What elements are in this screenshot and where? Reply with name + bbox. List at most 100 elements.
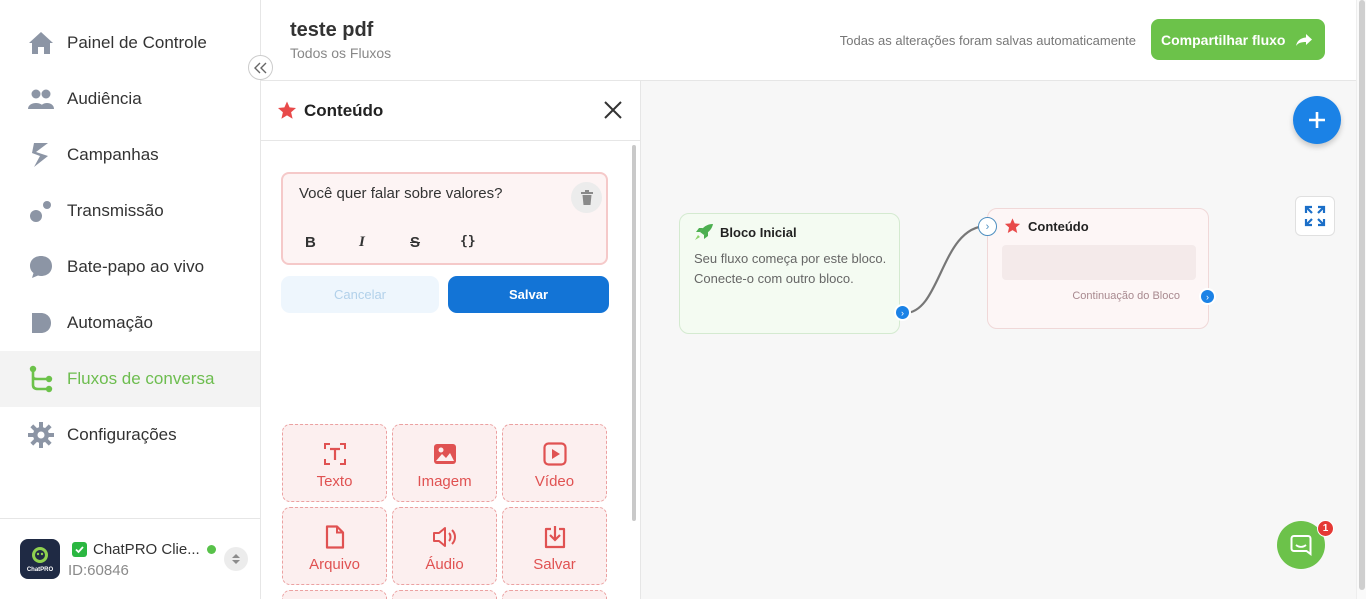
add-text-tile[interactable]: Texto <box>282 424 387 502</box>
users-icon <box>28 86 54 112</box>
sidebar-item-label: Bate-papo ao vivo <box>67 257 205 276</box>
tile-label: Vídeo <box>534 473 575 490</box>
sidebar-item-label: Fluxos de conversa <box>67 369 215 388</box>
node-title: Conteúdo <box>1028 219 1089 234</box>
more-tile[interactable] <box>502 590 607 599</box>
strikethrough-button[interactable]: S <box>410 234 420 251</box>
image-icon <box>433 441 457 467</box>
notification-badge: 1 <box>1317 520 1334 537</box>
breadcrumb[interactable]: Todos os Fluxos <box>290 45 391 61</box>
whatsapp-icon <box>72 542 87 557</box>
trash-icon <box>580 190 593 205</box>
node-title: Bloco Inicial <box>720 225 797 240</box>
start-block-node[interactable]: Bloco Inicial Seu fluxo começa por este … <box>679 213 911 334</box>
panel-title: Conteúdo <box>304 101 384 120</box>
text-icon <box>323 441 347 467</box>
content-block-node[interactable]: › Conteúdo Continuação do Bloco › <box>978 208 1216 329</box>
add-block-button[interactable] <box>1293 96 1341 144</box>
campaign-icon <box>28 142 54 168</box>
sidebar-item-live-chat[interactable]: Bate-papo ao vivo <box>0 239 260 295</box>
account-name-row: ChatPRO Clie... <box>72 541 216 558</box>
sidebar-item-audience[interactable]: Audiência <box>0 71 260 127</box>
sidebar-item-dashboard[interactable]: Painel de Controle <box>0 15 260 71</box>
header: teste pdf Todos os Fluxos Todas as alter… <box>261 0 1356 81</box>
expand-icon <box>1304 205 1326 227</box>
autosave-status: Todas as alterações foram salvas automat… <box>839 33 1136 48</box>
chat-icon <box>1290 535 1312 556</box>
cancel-button[interactable]: Cancelar <box>281 276 439 313</box>
output-port[interactable]: › <box>1199 288 1216 305</box>
gear-icon <box>28 422 54 448</box>
add-save-tile[interactable]: Salvar <box>502 507 607 585</box>
chat-bubble-icon <box>28 254 54 280</box>
sidebar-item-label: Painel de Controle <box>67 33 207 52</box>
delete-message-button[interactable] <box>571 182 602 213</box>
sidebar-item-label: Audiência <box>67 89 142 108</box>
app-root: Painel de Controle Audiência Campanhas T… <box>0 0 1366 599</box>
star-icon <box>277 101 297 125</box>
more-tile[interactable] <box>392 590 497 599</box>
plus-icon <box>1309 112 1325 128</box>
sidebar-item-automation[interactable]: Automação <box>0 295 260 351</box>
avatar-text: ChatPRO <box>27 567 54 573</box>
sidebar-item-label: Transmissão <box>67 201 164 220</box>
download-icon <box>543 524 567 550</box>
collapse-sidebar-button[interactable] <box>248 55 273 80</box>
variable-button[interactable]: {} <box>460 234 476 249</box>
account-switcher[interactable]: ChatPRO ChatPRO Clie... ID:60846 <box>0 518 260 599</box>
output-port[interactable]: › <box>894 304 911 321</box>
sidebar-item-settings[interactable]: Configurações <box>0 407 260 463</box>
flow-canvas[interactable]: Bloco Inicial Seu fluxo começa por este … <box>641 81 1356 599</box>
sidebar-item-campaigns[interactable]: Campanhas <box>0 127 260 183</box>
sidebar-item-conversation-flows[interactable]: Fluxos de conversa <box>0 351 260 407</box>
page-scrollbar[interactable] <box>1356 0 1366 599</box>
node-content-preview <box>1002 245 1196 280</box>
video-icon <box>542 441 567 467</box>
audio-icon <box>432 524 458 550</box>
continuation-label: Continuação do Bloco <box>1072 290 1180 302</box>
save-button[interactable]: Salvar <box>448 276 609 313</box>
page-title: teste pdf <box>290 19 374 41</box>
content-editor-panel: Conteúdo Você quer falar sobre valores? … <box>261 81 641 599</box>
share-flow-label: Compartilhar fluxo <box>1161 31 1286 48</box>
tile-label: Salvar <box>533 556 576 573</box>
automation-icon <box>28 310 54 336</box>
more-tile[interactable] <box>282 590 387 599</box>
tile-label: Arquivo <box>309 556 360 573</box>
node-description: Seu fluxo começa por este bloco. Conecte… <box>694 251 887 286</box>
connection-line <box>904 224 988 315</box>
fullscreen-button[interactable] <box>1295 196 1335 236</box>
sidebar: Painel de Controle Audiência Campanhas T… <box>0 0 261 599</box>
sidebar-item-label: Campanhas <box>67 145 159 164</box>
panel-scrollbar[interactable] <box>632 145 636 521</box>
message-text-input[interactable]: Você quer falar sobre valores? <box>299 185 502 202</box>
close-icon[interactable] <box>603 100 623 125</box>
online-status-dot <box>206 545 216 554</box>
broadcast-icon <box>28 198 54 224</box>
account-switch-icon[interactable] <box>224 547 248 571</box>
double-chevron-left-icon <box>253 62 266 73</box>
add-image-tile[interactable]: Imagem <box>392 424 497 502</box>
sidebar-item-label: Configurações <box>67 425 177 444</box>
avatar: ChatPRO <box>20 539 60 579</box>
add-audio-tile[interactable]: Áudio <box>392 507 497 585</box>
flow-icon <box>28 365 54 393</box>
tile-label: Imagem <box>417 473 472 490</box>
file-icon <box>325 524 345 550</box>
rocket-icon <box>694 223 714 246</box>
italic-button[interactable]: I <box>359 234 365 251</box>
input-port[interactable]: › <box>978 217 997 236</box>
home-icon <box>28 30 54 56</box>
share-arrow-icon <box>1296 33 1312 46</box>
account-id: ID:60846 <box>68 562 129 579</box>
add-file-tile[interactable]: Arquivo <box>282 507 387 585</box>
star-icon <box>1004 218 1021 239</box>
account-name: ChatPRO Clie... <box>93 541 200 558</box>
share-flow-button[interactable]: Compartilhar fluxo <box>1151 19 1325 60</box>
message-editor[interactable]: Você quer falar sobre valores? B I S {} <box>281 172 608 265</box>
add-video-tile[interactable]: Vídeo <box>502 424 607 502</box>
sidebar-item-broadcast[interactable]: Transmissão <box>0 183 260 239</box>
panel-header: Conteúdo <box>261 81 641 141</box>
sidebar-item-label: Automação <box>67 313 153 332</box>
bold-button[interactable]: B <box>305 234 316 251</box>
